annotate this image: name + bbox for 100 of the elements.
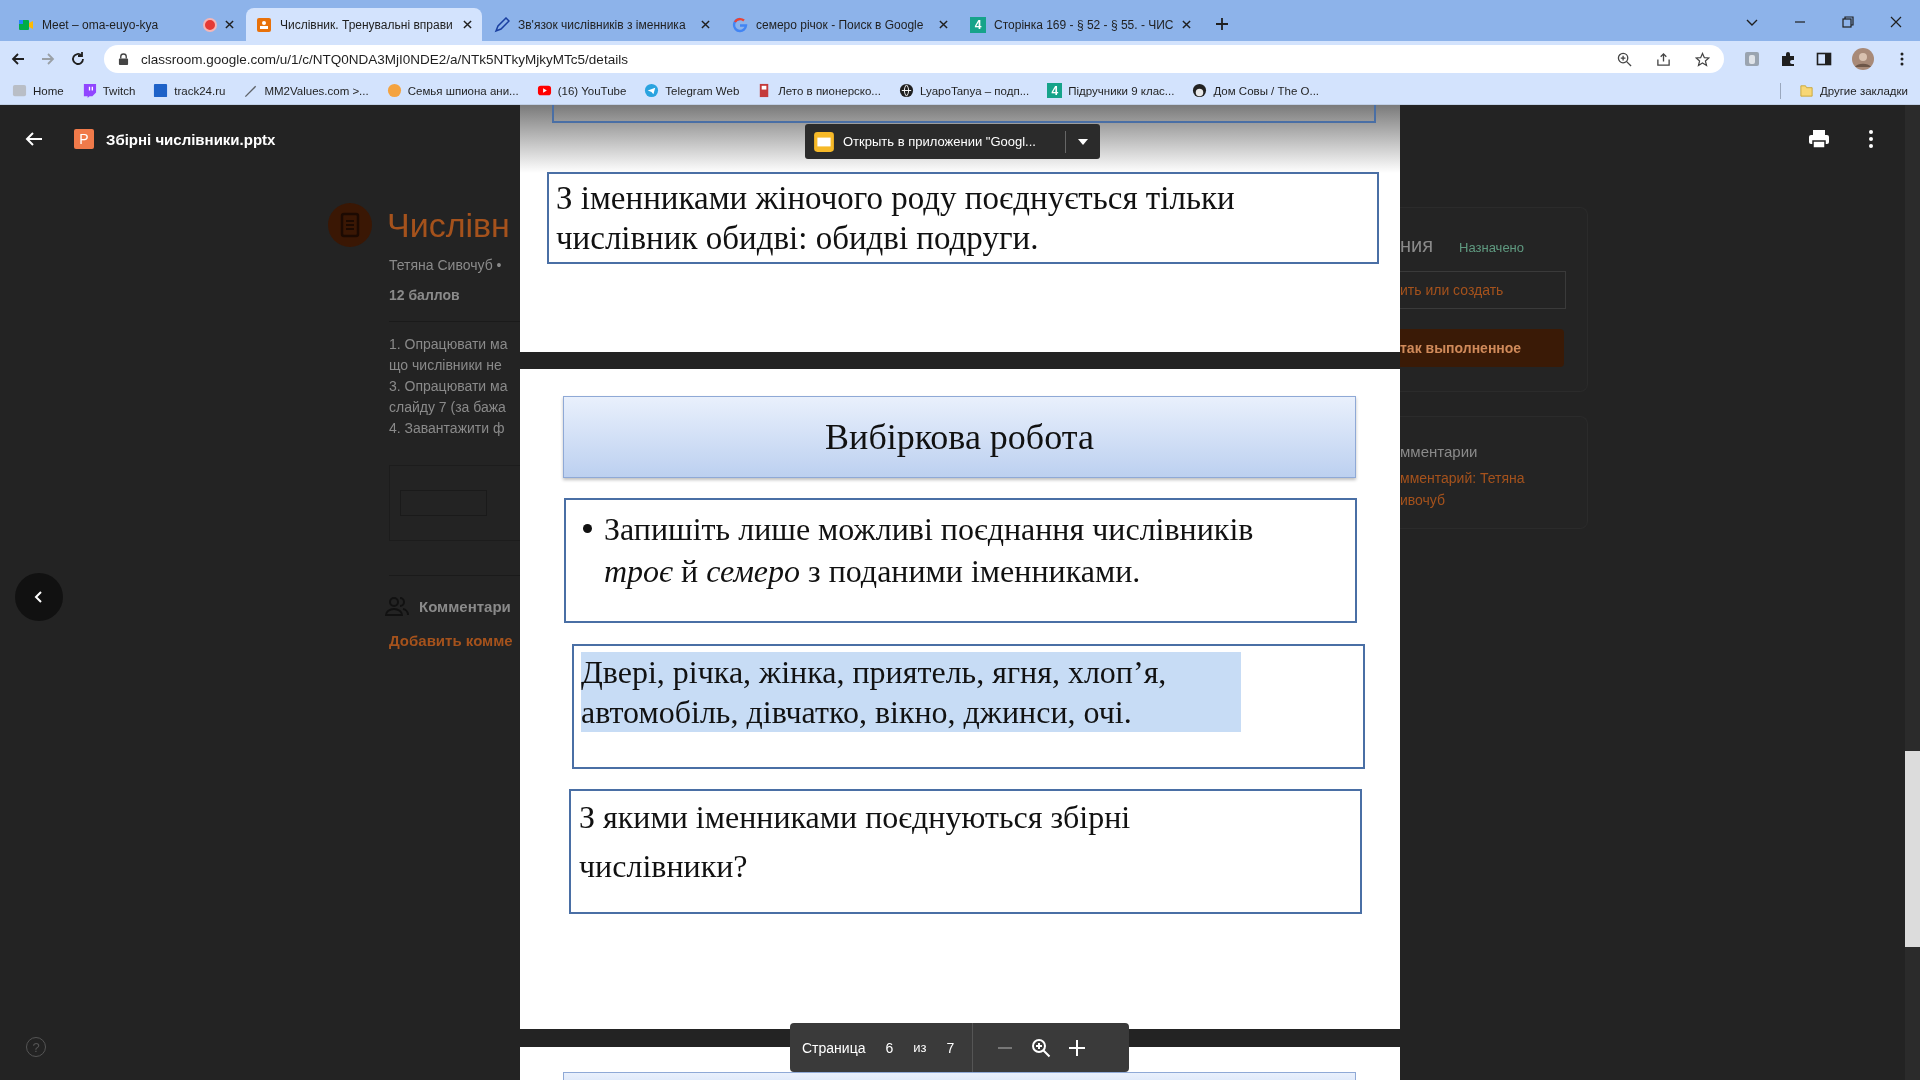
- lock-icon: [118, 52, 129, 66]
- bookmark-label: Другие закладки: [1819, 84, 1908, 97]
- puzzle-icon[interactable]: [1780, 51, 1796, 67]
- browser-tab[interactable]: Числівник. Тренувальні вправи: [246, 8, 482, 41]
- chevron-left-icon: [33, 591, 45, 603]
- paper-plane-icon: [644, 83, 660, 98]
- bookmark[interactable]: Дом Совы / The O...: [1192, 83, 1320, 98]
- mark-done-button[interactable]: так выполненное: [1400, 329, 1564, 367]
- play-icon: [536, 83, 552, 98]
- bookmark[interactable]: Twitch: [81, 83, 136, 98]
- slides-icon: [256, 16, 272, 33]
- close-icon[interactable]: [939, 20, 948, 29]
- bookmark-label: LyapoTanya – подп...: [919, 84, 1030, 97]
- url-text: classroom.google.com/u/1/c/NTQ0NDA3MjI0NDE2/a/NTk5NTkyMjkyMTc5/details: [141, 51, 628, 67]
- instruction-text: 1. Опрацювати ма: [389, 335, 508, 354]
- bookmark-label: Підручники 9 клас...: [1068, 84, 1175, 97]
- back-arrow-icon[interactable]: [10, 51, 26, 67]
- tab-title: Meet – oma-euyo-kya: [42, 17, 160, 32]
- square-icon: [153, 83, 169, 98]
- bookmark-label: track24.ru: [174, 84, 226, 97]
- question-text: З якими іменниками поєднуються збірні числівники?: [579, 798, 1132, 886]
- status-text: Назначено: [1459, 240, 1524, 255]
- bookmark[interactable]: LyapoTanya – подп...: [898, 83, 1030, 98]
- bookmark[interactable]: Семья шпиона ани...: [386, 83, 519, 98]
- folder-icon: [1798, 83, 1814, 98]
- chat-bubble-icon: [81, 83, 97, 98]
- bookmark-label: Лето в пионерско...: [778, 84, 881, 97]
- page-separator: из: [913, 1040, 927, 1055]
- close-icon[interactable]: [1181, 20, 1191, 29]
- slide-title: Вибіркова робота: [563, 396, 1356, 478]
- browser-tab[interactable]: Meet – oma-euyo-kya: [8, 8, 244, 41]
- file-name: Збірні числівники.pptx: [106, 130, 276, 148]
- browser-tab[interactable]: Зв'язок числівників з іменника: [484, 8, 720, 41]
- circle-icon: [1192, 83, 1208, 98]
- bookmark-label: MM2Values.com >...: [264, 84, 369, 97]
- pen-icon: [494, 16, 510, 33]
- instruction-text: 3. Опрацювати ма: [389, 377, 508, 396]
- square-icon: [12, 83, 27, 98]
- zoom-icon[interactable]: [1031, 1037, 1052, 1058]
- circle-icon: [386, 83, 402, 98]
- print-icon[interactable]: [1807, 127, 1831, 151]
- page-total: 7: [946, 1039, 955, 1056]
- note-text: З іменниками жіночого роду поєднується тільки числівник обидві: обидві подруги.: [547, 172, 1379, 264]
- close-icon[interactable]: [463, 20, 472, 29]
- g-circle-icon: [732, 16, 748, 33]
- bookmark-label: Home: [33, 84, 64, 97]
- tab-title: Сторінка 169 - § 52 - § 55. - ЧИС: [994, 17, 1174, 32]
- page-number[interactable]: 6: [885, 1039, 894, 1056]
- tab-title: семеро річок - Поиск в Google: [756, 17, 925, 32]
- number-badge: 4: [1047, 83, 1063, 98]
- bookmark-label: Дом Совы / The O...: [1213, 84, 1320, 97]
- bookmark-folder[interactable]: Другие закладки: [1798, 83, 1908, 98]
- bookmark[interactable]: (16) YouTube: [536, 83, 627, 98]
- bookmark-label: Семья шпиона ани...: [407, 84, 519, 97]
- tab-title: Числівник. Тренувальні вправи: [280, 17, 454, 32]
- comments-heading: Комментари: [419, 597, 511, 615]
- zoom-icon[interactable]: [1617, 51, 1632, 67]
- page-label: Страница: [802, 1039, 866, 1056]
- bullet-icon: [583, 524, 592, 533]
- bookmark[interactable]: track24.ru: [153, 83, 226, 98]
- close-icon[interactable]: [701, 20, 710, 29]
- address-bar[interactable]: classroom.google.com/u/1/c/NTQ0NDA3MjI0NDE2/a/NTk5NTkyMjkyMTc5/details: [104, 45, 1724, 73]
- instruction-text: що числівники не: [389, 356, 502, 375]
- restore-icon[interactable]: [1841, 15, 1855, 29]
- new-tab-icon[interactable]: [1214, 17, 1229, 31]
- browser-tab[interactable]: семеро річок - Поиск в Google: [722, 8, 958, 41]
- plus-icon[interactable]: [1067, 1037, 1088, 1058]
- number-badge: 4: [970, 16, 986, 33]
- open-in-app-button[interactable]: Открыть в приложении "Googl...: [805, 124, 1100, 159]
- clipboard-icon: [328, 203, 372, 247]
- bookmark[interactable]: 4 Підручники 9 клас...: [1047, 83, 1175, 98]
- card-heading: мментарии: [1400, 443, 1478, 460]
- instruction-text: слайду 7 (за бажа: [389, 398, 506, 417]
- bookmark[interactable]: Telegram Web: [644, 83, 740, 98]
- share-icon[interactable]: [1656, 51, 1671, 67]
- assignment-title: Числівн: [387, 205, 510, 245]
- avatar-icon[interactable]: [1852, 48, 1874, 70]
- star-icon[interactable]: [1695, 51, 1710, 67]
- bookmark[interactable]: MM2Values.com >...: [243, 83, 369, 98]
- bookmark-label: Twitch: [102, 84, 136, 97]
- author-text: Тетяна Сивочуб •: [389, 257, 502, 273]
- browser-tab[interactable]: 4 Сторінка 169 - § 52 - § 55. - ЧИС: [960, 8, 1201, 41]
- bookmark-label: (16) YouTube: [557, 84, 627, 97]
- instruction-text: 4. Завантажити ф: [389, 419, 505, 438]
- side-panel-icon[interactable]: [1816, 51, 1832, 67]
- task-text: Запишіть лише можливі поєднання числівників троє й семеро з поданими іменниками.: [604, 510, 1255, 591]
- words-text: Двері, річка, жінка, приятель, ягня, хлоп’я, автомобіль, дівчатко, вікно, джинси, очі.: [581, 652, 1241, 732]
- blade-icon: [243, 83, 259, 98]
- caret-icon[interactable]: [1078, 138, 1088, 145]
- bookmark[interactable]: Home: [12, 83, 64, 98]
- file-type-badge: P: [74, 129, 94, 149]
- close-icon[interactable]: [1889, 15, 1903, 29]
- scrollbar[interactable]: [1905, 105, 1920, 1080]
- tab-title: Зв'язок числівників з іменника: [518, 17, 687, 32]
- card-heading: ния: [1400, 234, 1434, 257]
- close-icon[interactable]: [225, 20, 234, 29]
- bookmark[interactable]: Лето в пионерско...: [757, 83, 881, 98]
- globe-icon: [898, 83, 914, 98]
- bookmark-label: Telegram Web: [665, 84, 740, 97]
- reload-icon[interactable]: [70, 51, 86, 67]
